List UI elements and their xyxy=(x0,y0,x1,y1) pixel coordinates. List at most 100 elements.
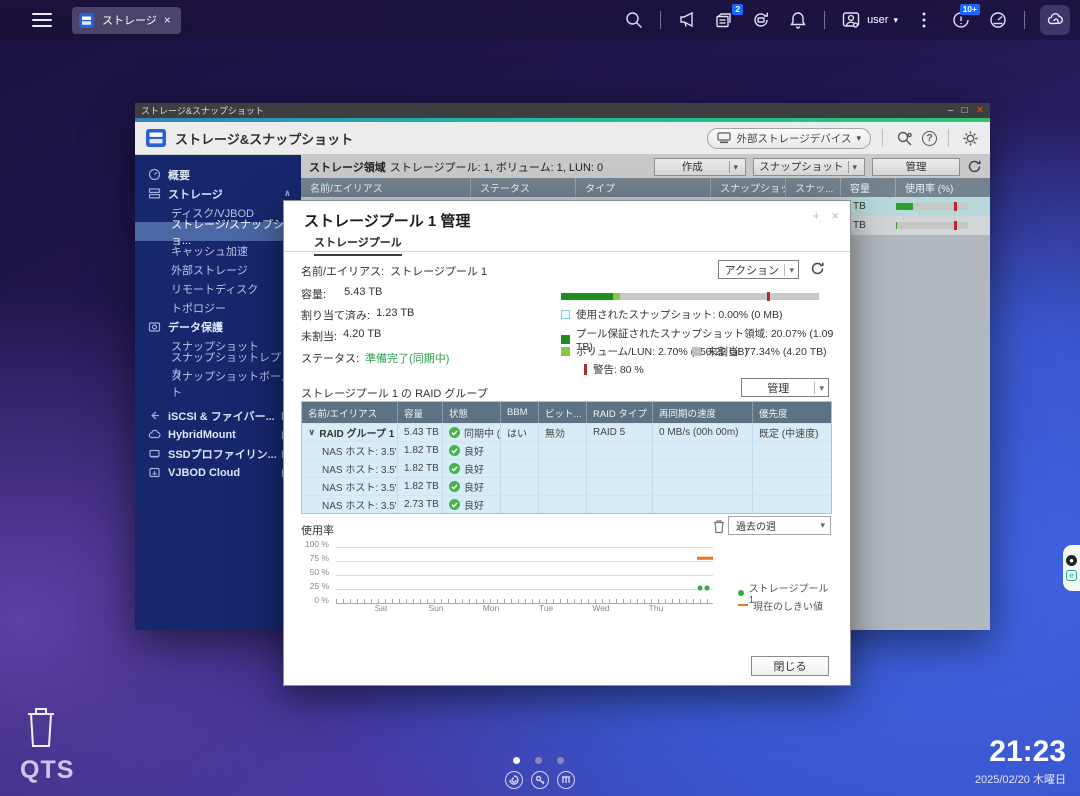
sidebar-item-label: SSDプロファイリン... xyxy=(168,446,277,462)
raid-table-row[interactable]: NAS ホスト: 3.5" ... 1.82 TB 良好 xyxy=(302,441,831,459)
edge-quick-panel[interactable]: ● e xyxy=(1063,545,1080,591)
sidebar-item-iscsi-fibre[interactable]: iSCSI & ファイバー... xyxy=(135,406,301,425)
clock-date: 2025/02/20 木曜日 xyxy=(975,771,1066,787)
refresh-icon[interactable] xyxy=(967,159,982,174)
raid-table-row[interactable]: NAS ホスト: 3.5" ... 1.82 TB 良好 xyxy=(302,459,831,477)
col-usage[interactable]: 使用率 (%) xyxy=(896,178,990,197)
notice-board-icon[interactable]: 2 xyxy=(713,9,735,31)
chevron-down-icon xyxy=(848,161,860,173)
sidebar-item-snapshot-vault[interactable]: スナップショットボールト xyxy=(135,374,301,393)
taskbar-app-tab[interactable]: ストレージ × xyxy=(72,7,181,34)
sidebar-item-external-storage[interactable]: 外部ストレージ xyxy=(135,260,301,279)
sidebar-item-vjbod-cloud[interactable]: VJBOD Cloud xyxy=(135,463,301,482)
user-menu[interactable]: user xyxy=(840,9,898,31)
sidebar-item-label: VJBOD Cloud xyxy=(168,467,240,479)
recycle-bin-icon[interactable] xyxy=(22,703,60,749)
pool-usage-progressbar xyxy=(561,293,819,300)
sidebar-item-storage[interactable]: ストレージ xyxy=(135,184,301,203)
clock-time: 21:23 xyxy=(975,737,1066,767)
col-capacity[interactable]: 容量 xyxy=(841,178,896,197)
chevron-down-icon xyxy=(784,264,798,276)
help-icon[interactable] xyxy=(922,131,937,146)
clock[interactable]: 21:23 2025/02/20 木曜日 xyxy=(975,737,1066,787)
chart-range-select[interactable]: 過去の週 xyxy=(728,516,831,535)
resource-monitor-icon[interactable] xyxy=(987,9,1009,31)
desktop-page-dots[interactable] xyxy=(513,757,564,764)
separator xyxy=(948,129,949,147)
gridline xyxy=(336,547,713,548)
col-snapshot[interactable]: スナップショット... xyxy=(711,178,786,197)
window-titlebar[interactable]: ストレージ&スナップショット xyxy=(135,103,990,118)
allocated-label: 割り当て済み: xyxy=(301,307,370,323)
clear-history-trash-icon[interactable] xyxy=(712,519,726,534)
raid-table-row[interactable]: NAS ホスト: 3.5" ... 2.73 TB 良好 xyxy=(302,495,831,513)
snapshot-button[interactable]: スナップショット xyxy=(753,158,865,176)
action-button[interactable]: アクション xyxy=(718,260,799,279)
manage-button[interactable]: 管理 xyxy=(872,158,960,176)
data-point xyxy=(705,586,710,591)
separator xyxy=(1024,11,1025,29)
raid-table-row[interactable]: RAID グループ 1 5.43 TB 同期中 (0.0 はい 無効 RAID … xyxy=(302,423,831,441)
separator xyxy=(882,129,883,147)
sidebar-item-ssd-profiling[interactable]: SSDプロファイリン... xyxy=(135,444,301,463)
maximize-icon[interactable] xyxy=(962,106,968,116)
allocated-value: 1.23 TB xyxy=(376,307,414,323)
settings-gear-icon[interactable] xyxy=(960,128,980,148)
snapshot-camera-icon xyxy=(148,320,161,333)
background-tasks-icon[interactable]: 10+ xyxy=(950,9,972,31)
sidebar-item-remote-disk[interactable]: リモートディスク xyxy=(135,279,301,298)
capacity-label: 容量: xyxy=(301,286,326,302)
detach-icon[interactable] xyxy=(812,208,820,223)
sidebar-item-data-protection[interactable]: データ保護 xyxy=(135,317,301,336)
chevron-down-icon xyxy=(856,132,861,144)
y-tick-label: 25 % xyxy=(310,581,329,591)
sidebar-item-storage-snapshots[interactable]: ストレージ/スナップショ... xyxy=(135,222,301,241)
desktop: ストレージ × 2 user 10+ xyxy=(0,0,1080,796)
dialog-close-icon[interactable] xyxy=(831,208,839,223)
external-storage-device-button[interactable]: 外部ストレージデバイス xyxy=(707,128,871,149)
sidebar-item-cache-acceleration[interactable]: キャッシュ加速 xyxy=(135,241,301,260)
col-status[interactable]: ステータス xyxy=(471,178,576,197)
sidebar-item-topology[interactable]: トポロジー xyxy=(135,298,301,317)
tab-storage-pool[interactable]: ストレージプール xyxy=(314,234,402,256)
raid-manage-button[interactable]: 管理 xyxy=(741,378,829,397)
tab-close-icon[interactable]: × xyxy=(164,14,171,26)
window-titlebar-text: ストレージ&スナップショット xyxy=(141,104,948,117)
dialog-close-button[interactable]: 閉じる xyxy=(751,656,829,676)
x-tick-label: Sat xyxy=(375,603,388,613)
chevron-expand-icon[interactable] xyxy=(308,427,315,438)
y-tick-label: 100 % xyxy=(305,539,329,549)
pool-allocated-line: 割り当て済み: 1.23 TB xyxy=(301,307,414,323)
storage-space-toolbar: ストレージ領域 ストレージプール: 1, ボリューム: 1, LUN: 0 作成… xyxy=(301,155,990,178)
col-type[interactable]: タイプ xyxy=(576,178,711,197)
swirl-icon[interactable] xyxy=(505,771,523,789)
minimize-icon[interactable] xyxy=(948,106,954,116)
close-window-icon[interactable] xyxy=(976,106,984,116)
global-search-icon[interactable] xyxy=(894,128,914,148)
col-name[interactable]: 名前/エイリアス xyxy=(301,178,471,197)
refresh-icon[interactable] xyxy=(810,261,825,276)
usage-chart-plot xyxy=(336,543,713,599)
notification-bell-icon[interactable] xyxy=(787,9,809,31)
backup-sync-icon[interactable] xyxy=(750,9,772,31)
sidebar-item-hybridmount[interactable]: HybridMount xyxy=(135,425,301,444)
search-icon[interactable] xyxy=(623,9,645,31)
announcement-icon[interactable] xyxy=(676,9,698,31)
kebab-menu-icon[interactable] xyxy=(913,9,935,31)
myqnapcloud-icon[interactable] xyxy=(1040,5,1070,35)
sidebar-item-overview[interactable]: 概要 xyxy=(135,165,301,184)
create-button[interactable]: 作成 xyxy=(654,158,746,176)
threshold-legend-swatch xyxy=(738,604,748,607)
sidebar-item-label: iSCSI & ファイバー... xyxy=(168,408,275,424)
capacity-value: 5.43 TB xyxy=(344,286,382,302)
raid-table-row[interactable]: NAS ホスト: 3.5" ... 1.82 TB 良好 xyxy=(302,477,831,495)
legend-swatch xyxy=(561,310,570,319)
main-menu-icon[interactable] xyxy=(32,13,52,27)
columns-icon[interactable] xyxy=(557,771,575,789)
key-icon[interactable] xyxy=(531,771,549,789)
col-snap[interactable]: スナッ... xyxy=(786,178,841,197)
legend-swatch xyxy=(692,347,701,356)
external-storage-device-label: 外部ストレージデバイス xyxy=(736,131,851,146)
pool-unallocated-line: 未割当: 4.20 TB xyxy=(301,328,381,344)
usage-chart-legend: ストレージプール 1 現在のしきい値 xyxy=(738,587,832,611)
